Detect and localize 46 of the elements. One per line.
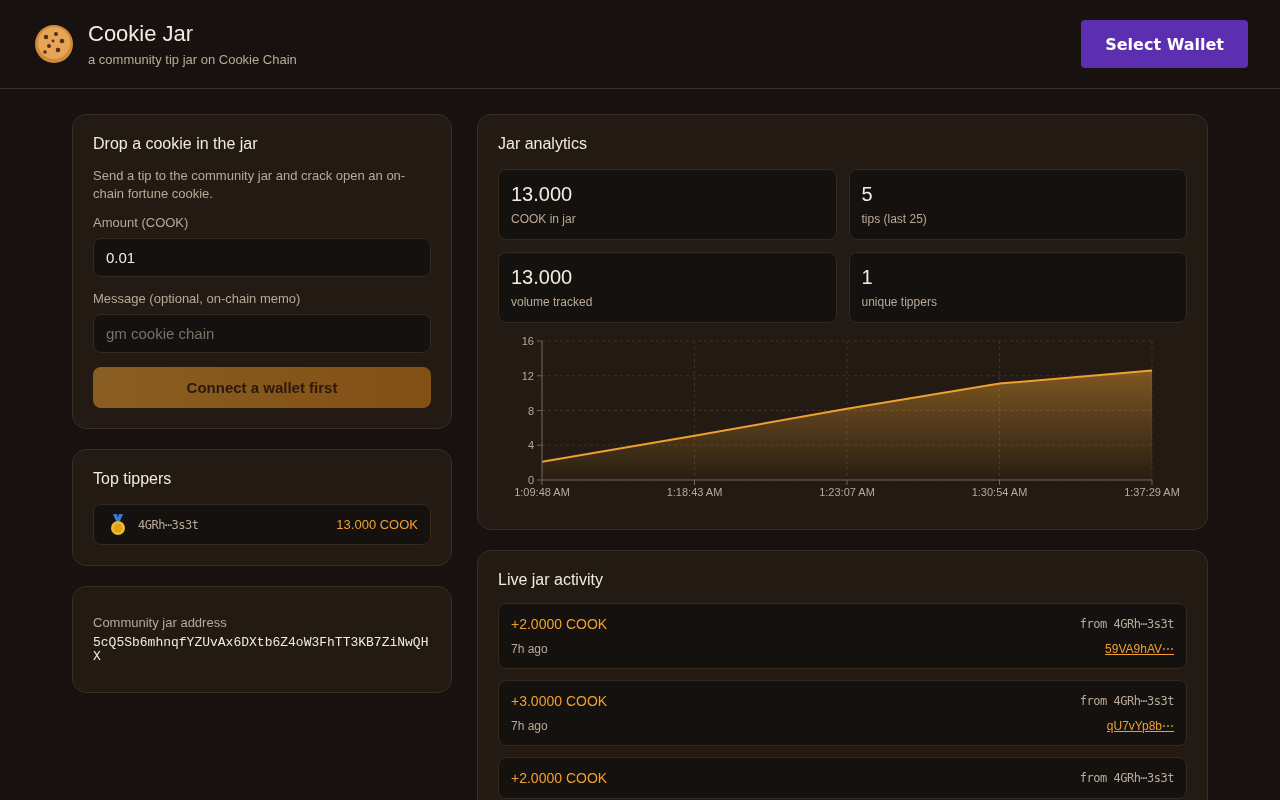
x-tick-label: 1:09:48 AM	[514, 486, 570, 498]
address-label: Community jar address	[93, 615, 228, 630]
x-tick-label: 1:23:07 AM	[819, 486, 875, 498]
y-tick-label: 8	[527, 404, 534, 417]
y-tick-label: 4	[527, 439, 534, 452]
stat-value: 13.000	[511, 183, 574, 206]
stat-value: 1	[861, 266, 874, 289]
x-tick-label: 1:30:54 AM	[971, 486, 1028, 498]
stat-label: unique tippers	[861, 295, 938, 309]
y-tick-label: 12	[521, 369, 534, 382]
tip-amount: +3.0000 COOK	[511, 693, 609, 709]
stat-value: 13.000	[511, 266, 574, 289]
x-tick-label: 1:18:43 AM	[666, 486, 723, 498]
tip-amount: +2.0000 COOK	[511, 770, 609, 786]
card-title: Live jar activity	[498, 571, 604, 589]
transaction-link[interactable]: 59VA9hAV⋯	[1079, 642, 1174, 656]
tip-amount: +2.0000 COOK	[511, 616, 609, 632]
jar-address: 5cQ5Sb6mhnqfYZUvAx6DXtb6Z4oW3FhTT3KB7ZiNwQHX	[93, 636, 430, 664]
tipper-total: 13.000 COOK	[336, 517, 418, 532]
tip-time: 7h ago	[511, 642, 549, 656]
select-wallet-button[interactable]: Select Wallet	[1081, 20, 1248, 68]
amount-field[interactable]: 0.01	[93, 238, 431, 277]
stat-label: COOK in jar	[511, 212, 577, 226]
description: Send a tip to the community jar and crack open an on-chain fortune cookie.	[93, 167, 407, 203]
x-tick-label: 1:37:29 AM	[1124, 486, 1180, 498]
app-subtitle: a community tip jar on Cookie Chain	[88, 52, 297, 67]
tip-time: 7h ago	[511, 719, 549, 733]
message-field[interactable]: gm cookie chain	[93, 314, 431, 353]
tip-sender: from 4GRh⋯3s3t	[1079, 771, 1174, 785]
field-label: Amount (COOK)	[93, 215, 190, 230]
stat-value: 5	[861, 183, 874, 206]
y-tick-label: 16	[521, 335, 534, 347]
tip-sender: from 4GRh⋯3s3t	[1079, 694, 1174, 708]
cookie-icon	[34, 24, 74, 64]
app-title: Cookie Jar	[88, 21, 195, 47]
stat-label: tips (last 25)	[861, 212, 928, 226]
transaction-link[interactable]: qU7vYp8b⋯	[1079, 719, 1174, 733]
card-title: Drop a cookie in the jar	[93, 135, 259, 153]
tipper-address: 4GRh⋯3s3t	[138, 517, 199, 532]
card-title: Jar analytics	[498, 135, 588, 153]
tip-sender: from 4GRh⋯3s3t	[1079, 617, 1174, 631]
field-label: Message (optional, on-chain memo)	[93, 291, 302, 306]
medal-icon	[110, 513, 126, 536]
stat-label: volume tracked	[511, 295, 594, 309]
card-title: Top tippers	[93, 470, 173, 488]
y-tick-label: 0	[527, 474, 534, 486]
